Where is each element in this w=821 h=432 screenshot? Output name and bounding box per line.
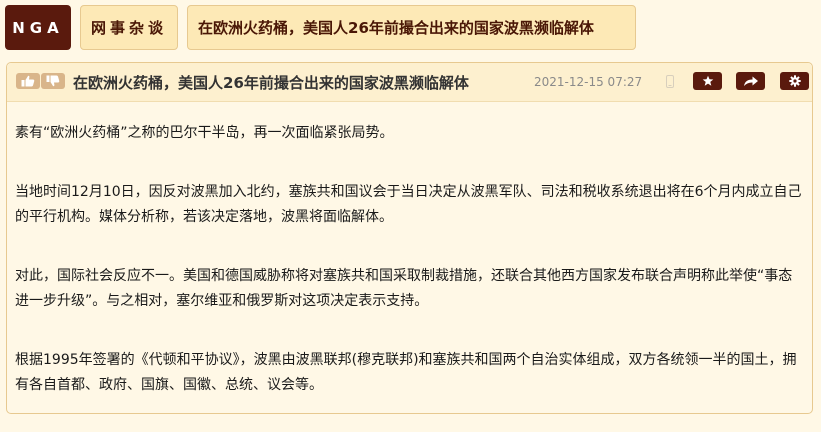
top-navigation-bar: NGA 网事杂谈 在欧洲火药桶，美国人26年前撮合出来的国家波黑濒临解体	[0, 0, 821, 58]
post-paragraph: 素有“欧洲火药桶”之称的巴尔干半岛，再一次面临紧张局势。	[15, 125, 394, 141]
settings-button[interactable]	[780, 72, 809, 90]
forum-breadcrumb-link[interactable]: 网事杂谈	[80, 5, 178, 50]
vote-down-button[interactable]	[41, 73, 65, 89]
post-paragraph: 当地时间12月10日，因反对波黑加入北约，塞族共和国议会于当日决定从波黑军队、司…	[15, 184, 802, 225]
post-card: 在欧洲火药桶，美国人26年前撮合出来的国家波黑濒临解体 2021-12-15 0…	[6, 62, 813, 414]
share-button[interactable]	[736, 72, 765, 90]
favorite-button[interactable]	[693, 72, 722, 90]
share-icon	[743, 76, 758, 86]
post-paragraph: 根据1995年签署的《代顿和平协议》，波黑由波黑联邦(穆克联邦)和塞族共和国两个…	[15, 352, 797, 393]
thumbs-up-icon	[21, 75, 35, 87]
star-icon	[702, 75, 713, 86]
post-title: 在欧洲火药桶，美国人26年前撮合出来的国家波黑濒临解体	[73, 74, 469, 92]
vote-group	[16, 73, 65, 89]
nga-home-link[interactable]: NGA	[5, 5, 71, 50]
thread-title-breadcrumb[interactable]: 在欧洲火药桶，美国人26年前撮合出来的国家波黑濒临解体	[187, 5, 636, 50]
vote-up-button[interactable]	[16, 73, 40, 89]
post-paragraph: 对此，国际社会反应不一。美国和德国威胁称将对塞族共和国采取制裁措施，还联合其他西…	[15, 268, 793, 309]
gear-icon	[788, 75, 801, 87]
post-content: 素有“欧洲火药桶”之称的巴尔干半岛，再一次面临紧张局势。 当地时间12月10日，…	[15, 121, 805, 432]
post-timestamp: 2021-12-15 07:27	[534, 75, 643, 89]
post-header: 在欧洲火药桶，美国人26年前撮合出来的国家波黑濒临解体 2021-12-15 0…	[7, 63, 812, 102]
thumbs-down-icon	[46, 75, 60, 87]
phone-icon	[666, 75, 674, 88]
